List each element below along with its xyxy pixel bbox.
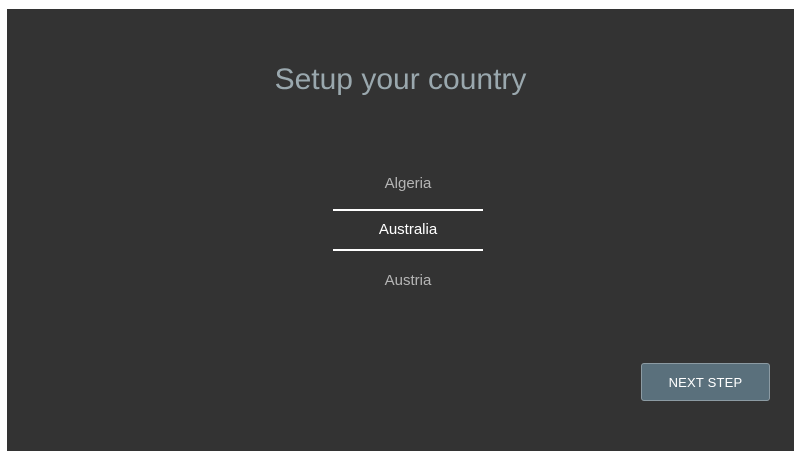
setup-screen: Setup your country Algeria Australia Aus…: [7, 9, 794, 451]
next-step-button[interactable]: NEXT STEP: [641, 363, 770, 401]
country-option-algeria[interactable]: Algeria: [333, 164, 483, 204]
country-picker[interactable]: Algeria Australia Austria: [333, 164, 483, 304]
country-option-austria[interactable]: Austria: [333, 261, 483, 301]
page-title: Setup your country: [274, 63, 527, 96]
country-option-australia-selected[interactable]: Australia: [333, 209, 483, 251]
